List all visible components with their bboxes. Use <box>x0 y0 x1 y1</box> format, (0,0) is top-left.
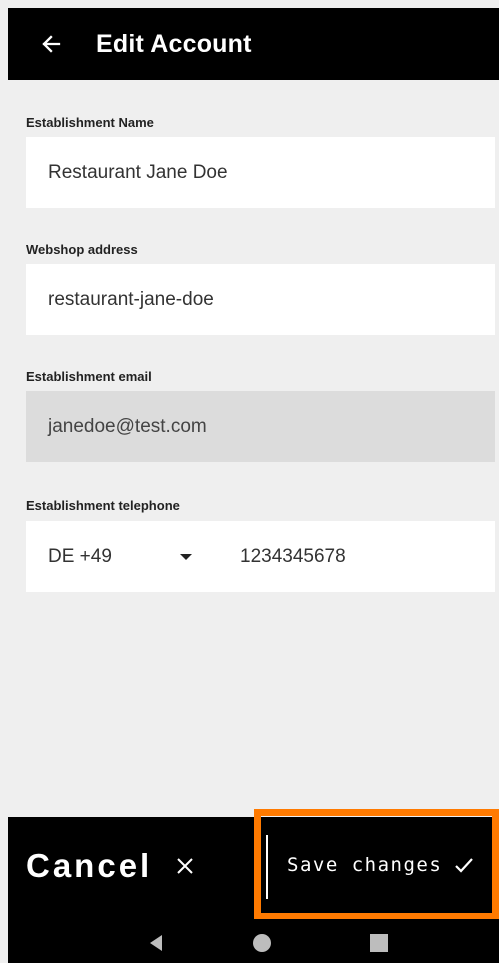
nav-back-icon[interactable] <box>150 935 162 951</box>
save-changes-button[interactable]: Save changes <box>254 809 499 920</box>
arrow-left-icon <box>42 35 61 53</box>
status-strip <box>0 0 499 8</box>
establishment-name-label: Establishment Name <box>26 115 154 130</box>
country-code-value: DE +49 <box>48 545 112 567</box>
save-changes-label: Save changes <box>287 853 443 876</box>
page-title: Edit Account <box>96 29 252 58</box>
system-nav-bar <box>8 919 499 963</box>
phone-number-input[interactable]: 1234345678 <box>240 546 346 568</box>
action-bar: Cancel Save changes <box>8 809 499 920</box>
telephone-field: DE +49 1234345678 <box>26 521 495 592</box>
close-icon <box>176 857 194 875</box>
establishment-email-label: Establishment email <box>26 369 152 384</box>
establishment-email-field: janedoe@test.com <box>26 391 495 462</box>
webshop-address-field[interactable]: restaurant-jane-doe <box>26 264 495 335</box>
establishment-name-field[interactable]: Restaurant Jane Doe <box>26 137 495 208</box>
cancel-button[interactable]: Cancel <box>26 847 194 885</box>
country-code-select[interactable]: DE +49 <box>48 546 228 568</box>
nav-home-icon[interactable] <box>253 934 271 952</box>
nav-recents-icon[interactable] <box>370 934 388 952</box>
app-bar: Edit Account <box>8 8 499 80</box>
back-button[interactable] <box>24 8 78 80</box>
cancel-label: Cancel <box>26 847 153 884</box>
check-icon <box>454 855 474 875</box>
caret-down-icon <box>180 553 192 560</box>
establishment-telephone-label: Establishment telephone <box>26 498 180 513</box>
webshop-address-label: Webshop address <box>26 242 138 257</box>
